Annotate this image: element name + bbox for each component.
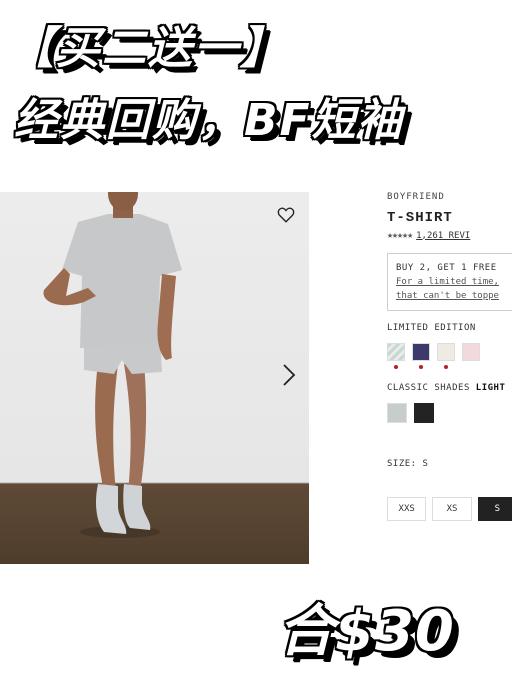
promo-box[interactable]: BUY 2, GET 1 FREE For a limited time, th…: [387, 253, 512, 311]
limited-swatches: [387, 343, 512, 369]
size-s[interactable]: S: [477, 497, 512, 521]
new-dot: [419, 365, 423, 369]
swatch-blush[interactable]: [462, 343, 480, 361]
reviews-link[interactable]: 1,261 REVI: [416, 231, 470, 241]
swatch-navy[interactable]: [412, 343, 430, 369]
star-icon: ★★★★★: [387, 230, 413, 241]
swatch-light-heather-grey[interactable]: [387, 403, 407, 423]
model-illustration: [43, 192, 182, 538]
classic-swatches: [387, 403, 512, 423]
product-headline: 经典回购，BF短袖: [14, 95, 404, 146]
product-info-panel: BOYFRIEND T-SHIRT ★★★★★ 1,261 REVI BUY 2…: [387, 192, 512, 521]
size-xxs[interactable]: XXS: [387, 497, 427, 521]
limited-edition-label: LIMITED EDITION: [387, 323, 476, 333]
new-dot: [444, 365, 448, 369]
swatch-cream[interactable]: [437, 343, 455, 369]
promo-title: BUY 2, GET 1 FREE: [396, 263, 497, 273]
promo-headline: 【买二送一】: [10, 23, 286, 74]
new-dot: [394, 365, 398, 369]
product-title: T-SHIRT: [387, 210, 453, 226]
size-label: SIZE: S: [387, 459, 429, 469]
promo-line-2[interactable]: that can't be toppe: [396, 289, 512, 303]
classic-shades-label: CLASSIC SHADES LIGHT: [387, 383, 512, 393]
swatch-black[interactable]: [414, 403, 434, 423]
rating-row[interactable]: ★★★★★ 1,261 REVI: [387, 230, 512, 241]
price-overlay: 合$30: [278, 599, 455, 664]
size-selector: XXS XS S: [387, 497, 512, 521]
promo-line-1[interactable]: For a limited time,: [396, 275, 512, 289]
heart-icon[interactable]: [277, 206, 295, 224]
swatch-striped-sage[interactable]: [387, 343, 405, 369]
product-brand: BOYFRIEND: [387, 192, 445, 202]
selected-shade: LIGHT: [475, 383, 506, 393]
classic-shades-text: CLASSIC SHADES: [387, 383, 470, 393]
chevron-right-icon[interactable]: [281, 362, 297, 388]
size-xs[interactable]: XS: [432, 497, 472, 521]
product-image[interactable]: [0, 192, 309, 564]
